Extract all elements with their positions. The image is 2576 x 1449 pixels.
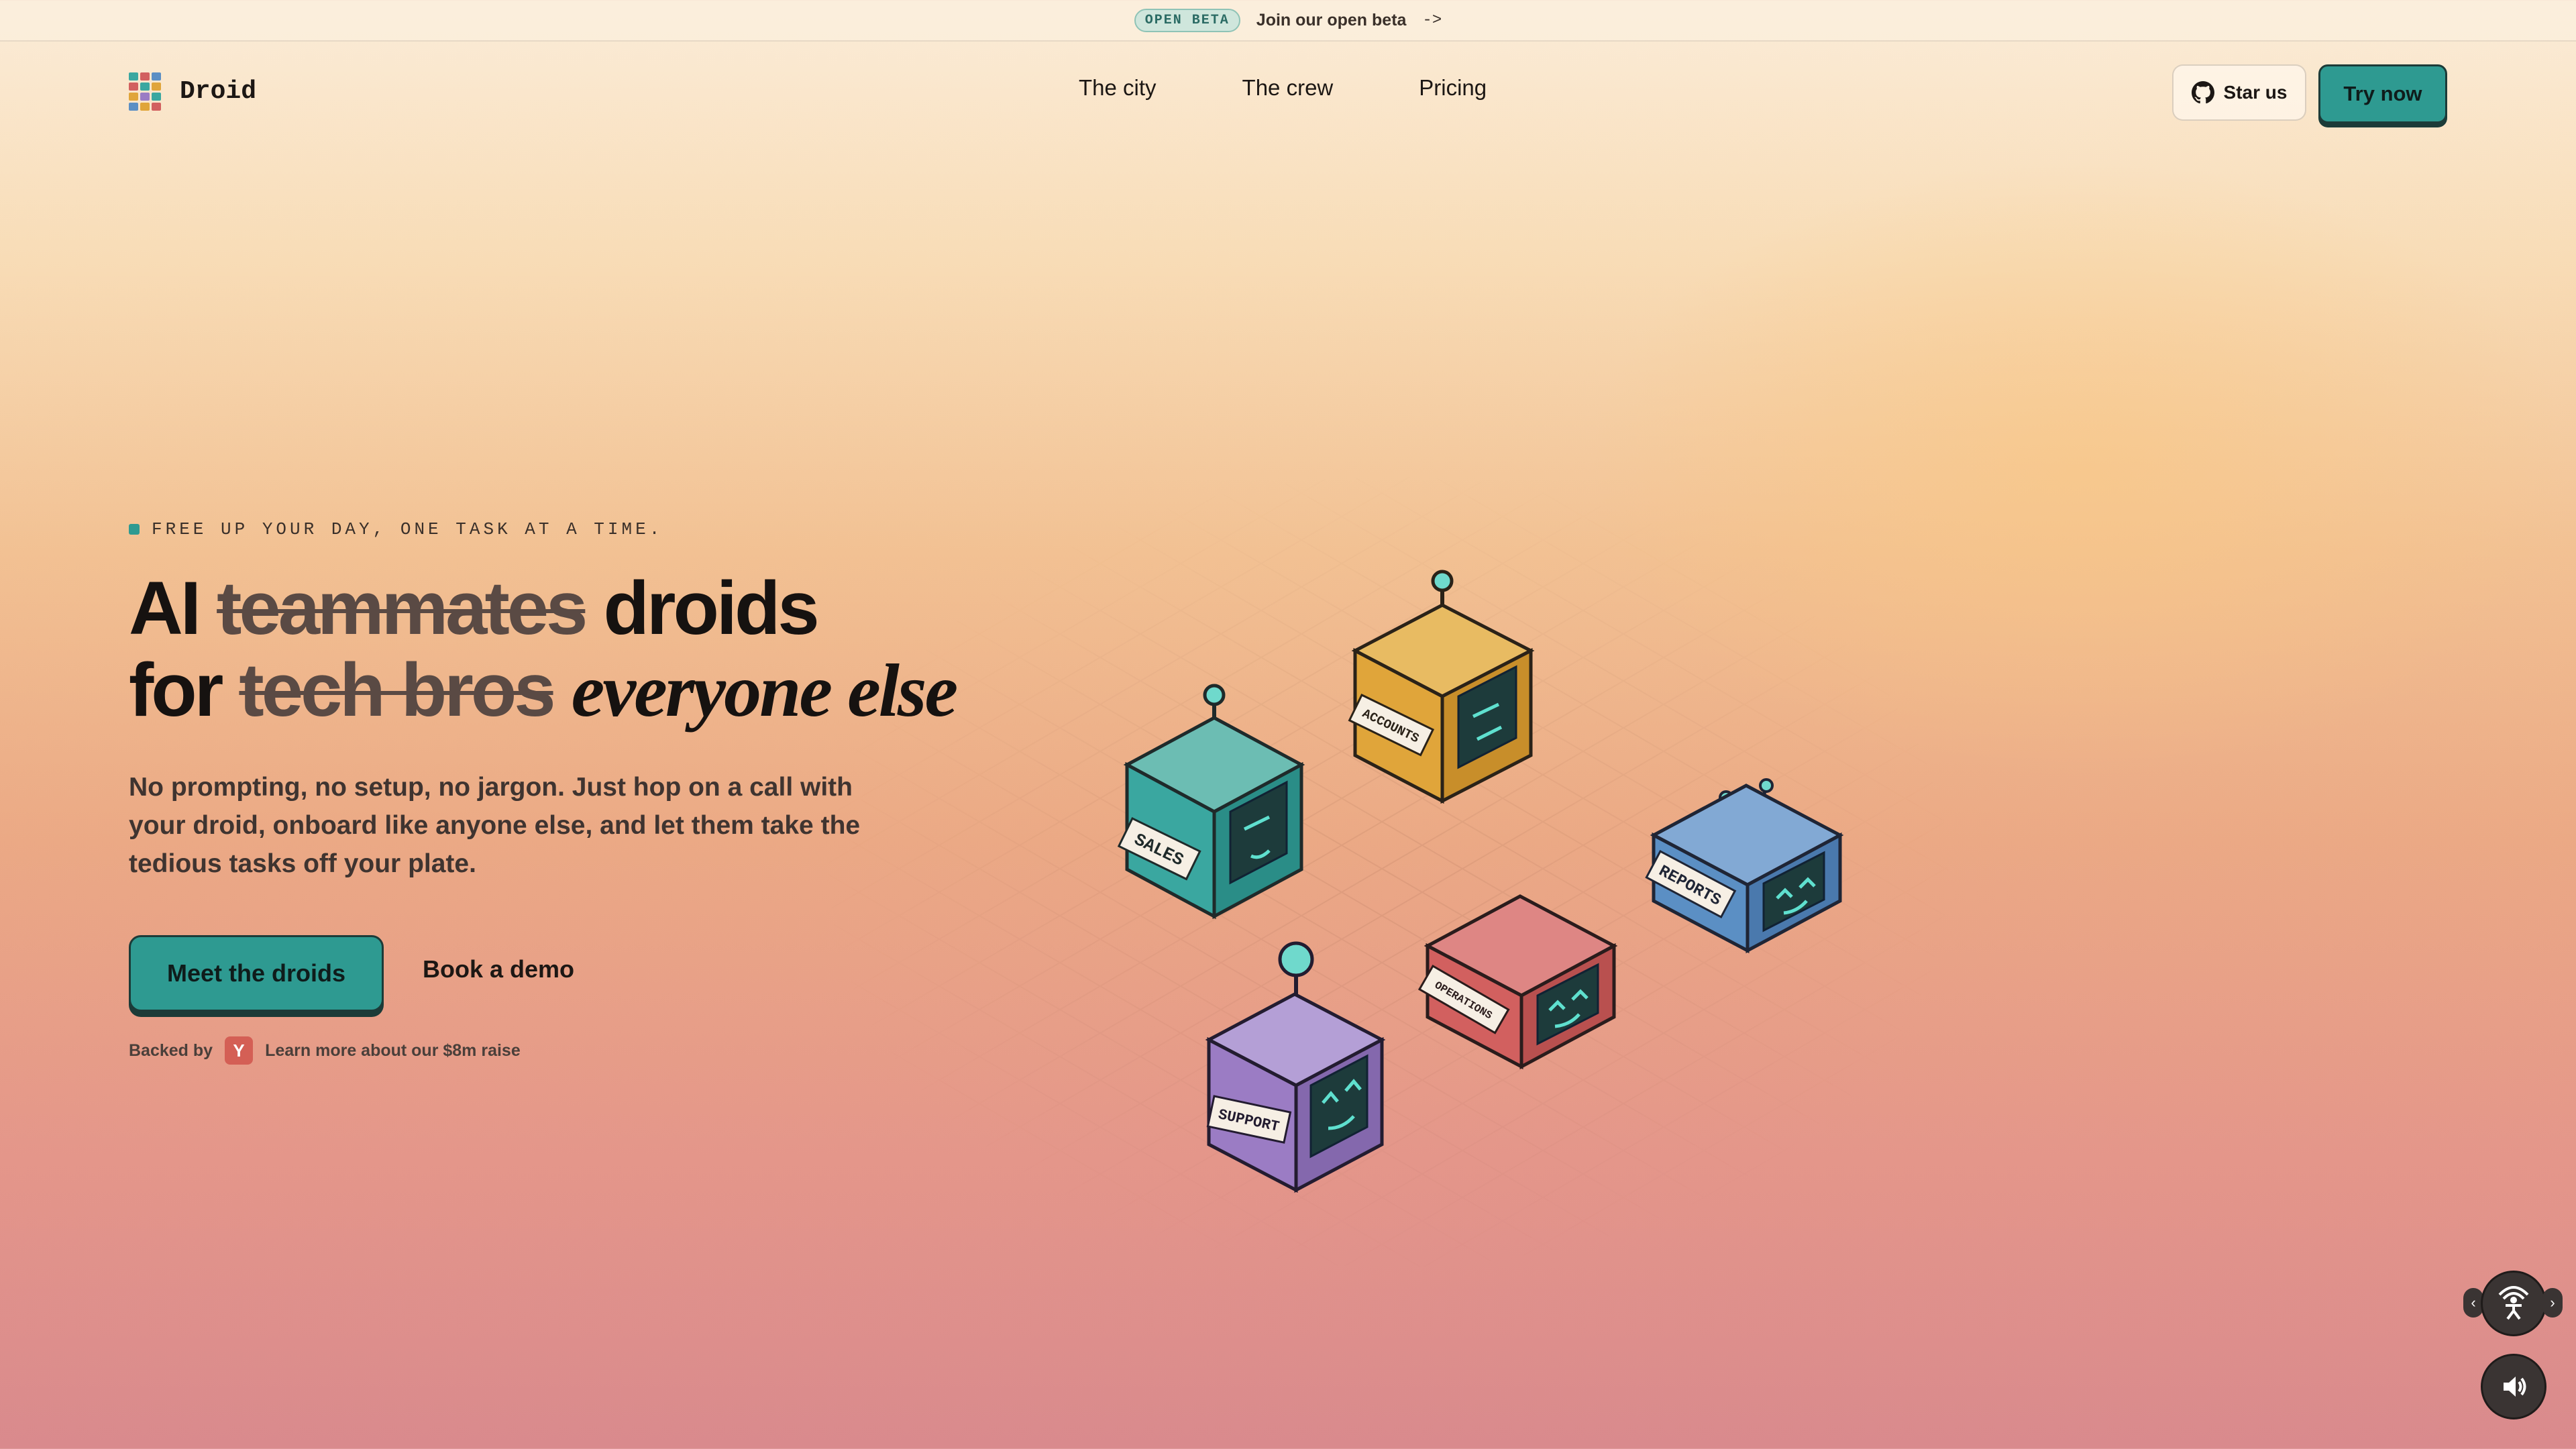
headline-word-droids: droids — [603, 566, 819, 650]
meet-the-droids-button[interactable]: Meet the droids — [129, 935, 384, 1012]
star-us-label: Star us — [2223, 82, 2288, 103]
sound-button[interactable] — [2481, 1354, 2546, 1419]
headline-word-ai: AI — [129, 566, 201, 650]
speaker-icon — [2504, 1377, 2526, 1397]
github-icon — [2191, 81, 2214, 104]
open-beta-badge: OPEN BETA — [1134, 8, 1240, 32]
star-us-button[interactable]: Star us — [2172, 64, 2306, 121]
raise-link[interactable]: Learn more about our $8m raise — [265, 1041, 521, 1061]
main-nav: The city The crew Pricing — [1079, 75, 1487, 101]
backed-by-label: Backed by — [129, 1040, 213, 1060]
join-beta-link[interactable]: Join our open beta — [1256, 11, 1407, 30]
nav-the-city[interactable]: The city — [1079, 75, 1157, 101]
book-a-demo-link[interactable]: Book a demo — [423, 955, 574, 983]
y-combinator-badge: Y — [225, 1036, 254, 1065]
logo-mark-icon — [129, 72, 161, 111]
headline-word-for: for — [129, 648, 223, 732]
headline-struck-tech-bros: tech bros — [239, 648, 555, 732]
headline-line-1: AI teammates droids — [129, 566, 820, 650]
site-header: Droid The city The crew Pricing Star us … — [0, 42, 2576, 142]
announcement-banner[interactable]: OPEN BETA Join our open beta -> — [0, 0, 2576, 42]
hero-tagline: FREE UP YOUR DAY, ONE TASK AT A TIME. — [129, 519, 663, 539]
logo[interactable]: Droid — [129, 72, 256, 111]
try-now-button[interactable]: Try now — [2318, 64, 2447, 123]
droids-illustration: SALES ACCOUNTS REPORTS OPERATIONS SUPPOR… — [818, 470, 1959, 1275]
tagline-text: FREE UP YOUR DAY, ONE TASK AT A TIME. — [152, 519, 663, 539]
backed-by-row: Backed by Y Learn more about our $8m rai… — [129, 1036, 521, 1065]
accessibility-button[interactable] — [2481, 1271, 2546, 1336]
hero-subtitle: No prompting, no setup, no jargon. Just … — [129, 773, 861, 878]
arrow-icon: -> — [1422, 11, 1442, 30]
accessibility-icon — [2498, 1286, 2529, 1320]
nav-pricing[interactable]: Pricing — [1419, 75, 1487, 101]
headline-struck-teammates: teammates — [217, 566, 588, 650]
nav-the-crew[interactable]: The crew — [1242, 75, 1334, 101]
tagline-dot-icon — [129, 524, 140, 535]
next-chevron-button[interactable]: › — [2542, 1288, 2563, 1318]
logo-text: Droid — [180, 77, 257, 106]
